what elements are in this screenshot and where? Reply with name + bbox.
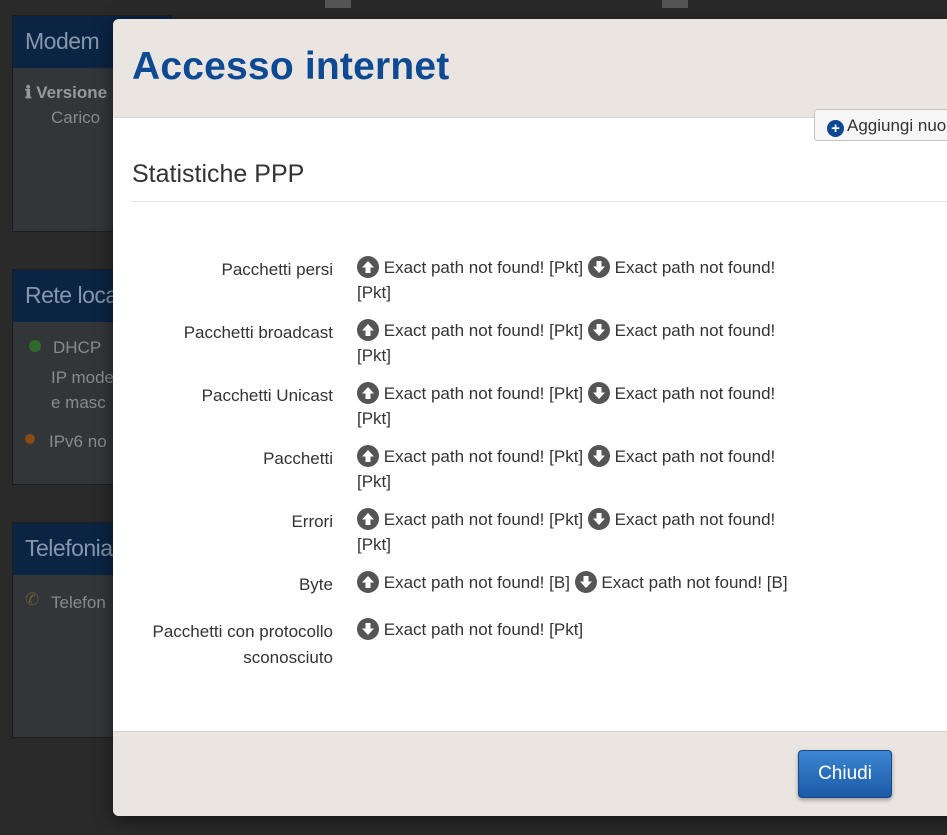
bg-notch: [662, 0, 688, 8]
stat-label: Pacchetti: [263, 449, 333, 468]
upload-value: Exact path not found! [Pkt]: [383, 510, 584, 529]
plus-circle-icon: +: [827, 120, 844, 137]
bg-info-text: ℹ Versione: [25, 83, 108, 102]
section-title: Statistiche PPP: [132, 160, 305, 188]
internet-access-modal: Accesso internet + Aggiungi nuo Statistic…: [113, 19, 947, 816]
bg-text: e masc: [51, 393, 106, 412]
upload-value: Exact path not found! [Pkt]: [383, 384, 584, 403]
arrow-down-circle-icon: [587, 445, 610, 467]
bg-text: IP mode: [51, 368, 115, 387]
stat-value: Exact path not found! [Pkt]: [357, 617, 797, 642]
stat-label: Byte: [298, 575, 333, 594]
stat-value: Exact path not found! [Pkt] Exact path n…: [357, 444, 797, 494]
add-new-label: Aggiungi nuo: [847, 116, 947, 135]
stat-value: Exact path not found! [Pkt] Exact path n…: [357, 318, 797, 368]
arrow-down-circle-icon: [574, 571, 597, 593]
upload-value: Exact path not found! [B]: [383, 573, 570, 592]
close-button[interactable]: Chiudi: [798, 750, 892, 798]
arrow-up-circle-icon: [357, 382, 379, 404]
stat-label: Pacchetti persi: [221, 260, 334, 279]
bg-notch: [325, 0, 351, 8]
stat-label: Pacchetti con protocollo sconosciuto: [152, 622, 334, 667]
upload-value: Exact path not found! [Pkt]: [383, 321, 584, 340]
bg-text: Carico: [51, 108, 101, 127]
arrow-down-circle-icon: [357, 618, 379, 640]
arrow-down-circle-icon: [587, 382, 610, 404]
bg-status-dot: [25, 434, 35, 444]
arrow-down-circle-icon: [587, 319, 610, 341]
upload-value: Exact path not found! [Pkt]: [383, 447, 584, 466]
modal-title: Accesso internet: [132, 45, 450, 88]
download-value: Exact path not found! [B]: [601, 573, 788, 592]
bg-status-dot: [29, 340, 41, 352]
stat-label: Pacchetti Unicast: [201, 386, 333, 405]
phone-icon: ✆: [25, 590, 40, 609]
bg-text: Telefon: [51, 593, 106, 612]
arrow-up-circle-icon: [357, 256, 379, 278]
stat-label: Errori: [291, 512, 333, 531]
arrow-up-circle-icon: [357, 445, 379, 467]
bg-text: DHCP: [53, 338, 102, 357]
section-divider: [132, 201, 947, 202]
arrow-up-circle-icon: [357, 571, 379, 593]
add-new-button[interactable]: + Aggiungi nuo: [814, 109, 947, 141]
download-value: Exact path not found! [Pkt]: [383, 620, 584, 639]
arrow-down-circle-icon: [587, 508, 610, 530]
stat-value: Exact path not found! [Pkt] Exact path n…: [357, 507, 797, 557]
stat-value: Exact path not found! [Pkt] Exact path n…: [357, 381, 797, 431]
arrow-down-circle-icon: [587, 256, 610, 278]
stat-value: Exact path not found! [Pkt] Exact path n…: [357, 255, 797, 305]
arrow-up-circle-icon: [357, 319, 379, 341]
modal-header: Accesso internet: [113, 19, 947, 118]
arrow-up-circle-icon: [357, 508, 379, 530]
stat-label: Pacchetti broadcast: [183, 323, 333, 342]
modal-footer: Chiudi: [113, 731, 947, 816]
upload-value: Exact path not found! [Pkt]: [383, 258, 584, 277]
stat-value: Exact path not found! [B] Exact path not…: [357, 570, 827, 595]
bg-text: IPv6 no: [49, 432, 107, 451]
